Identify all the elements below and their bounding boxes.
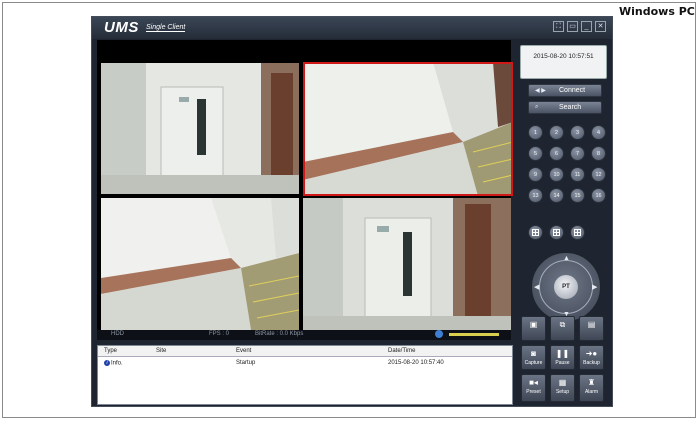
ptz-joystick[interactable]: ▲ ▼ ◀ ▶ PT — [531, 252, 601, 322]
hdd-label: HDD — [111, 331, 124, 337]
clock-display: 2015-08-20 10:57:51 — [520, 45, 607, 79]
preset-button[interactable]: ■◂ Preset — [521, 374, 546, 402]
backup-icon: ➜● — [585, 349, 598, 358]
col-datetime: Date/Time — [388, 348, 416, 354]
connect-icon: ◀ ▶ — [535, 88, 546, 94]
channel-10-button[interactable]: 10 — [549, 167, 564, 182]
camera-view-3[interactable] — [101, 198, 299, 330]
channel-13-button[interactable]: 13 — [528, 188, 543, 203]
alarm-button[interactable]: ♜ Alarm — [579, 374, 604, 402]
grid-2x2-icon — [532, 229, 539, 236]
col-event: Event — [236, 348, 252, 354]
app-logo: UMS — [104, 19, 139, 36]
col-type: Type — [104, 348, 118, 354]
connect-button[interactable]: ◀ ▶ Connect — [528, 84, 602, 97]
channel-9-button[interactable]: 9 — [528, 167, 543, 182]
bitrate-readout: BitRate : 0.0 Kbps — [255, 331, 304, 337]
layout-4x4-button[interactable] — [570, 225, 585, 240]
backup-button[interactable]: ➜● Backup — [579, 345, 604, 370]
event-log: Type Site Event Date/Time i Info. Startup… — [97, 345, 513, 405]
channel-16-button[interactable]: 16 — [591, 188, 606, 203]
camera-2-image — [303, 62, 513, 196]
grid-3x3-icon — [553, 229, 560, 236]
ptz-up-icon[interactable]: ▲ — [563, 255, 570, 262]
camera-group-icon: ▣ — [529, 320, 538, 329]
capture-icon: ◙ — [531, 349, 536, 358]
camera-group-button[interactable]: ▣ — [521, 316, 546, 341]
preset-icon: ■◂ — [529, 378, 538, 387]
row-datetime: 2015-08-20 10:57:40 — [388, 360, 444, 366]
ums-window: UMS Single Client ⛶ ▭ _ ✕ HDD FPS: 0 Bi… — [91, 16, 613, 407]
pause-icon: ❚❚ — [555, 349, 570, 358]
channel-15-button[interactable]: 15 — [570, 188, 585, 203]
event-log-header: Type Site Event Date/Time — [98, 346, 512, 357]
channel-5-button[interactable]: 5 — [528, 146, 543, 161]
channel-12-button[interactable]: 12 — [591, 167, 606, 182]
pause-button[interactable]: ❚❚ Pause — [550, 345, 575, 370]
row-type: Info. — [111, 360, 123, 367]
alarm-icon: ♜ — [587, 378, 596, 387]
title-bar: UMS Single Client ⛶ ▭ _ ✕ — [92, 17, 612, 39]
channel-1-button[interactable]: 1 — [528, 125, 543, 140]
channel-3-button[interactable]: 3 — [570, 125, 585, 140]
channel-2-button[interactable]: 2 — [549, 125, 564, 140]
channel-11-button[interactable]: 11 — [570, 167, 585, 182]
camera-view-4[interactable] — [303, 198, 511, 330]
fullscreen-icon[interactable]: ⛶ — [553, 21, 564, 32]
layout-2x2-button[interactable] — [528, 225, 543, 240]
channel-6-button[interactable]: 6 — [549, 146, 564, 161]
video-grid — [97, 40, 513, 330]
capture-button[interactable]: ◙ Capture — [521, 345, 546, 370]
table-row[interactable]: i Info. Startup 2015-08-20 10:57:40 — [98, 358, 512, 367]
fps-readout: FPS : 0 — [209, 331, 230, 337]
info-icon: i — [104, 360, 110, 366]
ptz-left-icon[interactable]: ◀ — [534, 283, 539, 291]
close-icon[interactable]: ✕ — [595, 21, 606, 32]
ptz-right-icon[interactable]: ▶ — [592, 283, 597, 291]
camera-view-2[interactable] — [303, 62, 513, 196]
platform-label: Windows PC — [619, 5, 695, 18]
status-bar: HDD FPS : 0 BitRate : 0.0 Kbps — [97, 330, 511, 340]
grid-4x4-icon — [574, 229, 581, 236]
channel-8-button[interactable]: 8 — [591, 146, 606, 161]
search-button[interactable]: ⌕ Search — [528, 101, 602, 114]
col-site: Site — [156, 348, 167, 354]
layout-3x3-button[interactable] — [549, 225, 564, 240]
restore-icon[interactable]: ▭ — [567, 21, 578, 32]
status-indicator-icon — [435, 330, 443, 338]
app-logo-subtitle: Single Client — [146, 24, 186, 32]
level-meter — [449, 333, 499, 336]
camera-view-1[interactable] — [101, 63, 299, 194]
setup-icon: ▦ — [558, 378, 567, 387]
camera-sequence-button[interactable]: ⧉ — [550, 316, 575, 341]
channel-4-button[interactable]: 4 — [591, 125, 606, 140]
camera-sequence-icon: ⧉ — [559, 320, 566, 329]
camera-1-image — [101, 63, 299, 194]
channel-7-button[interactable]: 7 — [570, 146, 585, 161]
ptz-center-button[interactable]: PT — [554, 275, 578, 299]
minimize-icon[interactable]: _ — [581, 21, 592, 32]
row-event: Startup — [236, 360, 256, 366]
camera-list-button[interactable]: ▤ — [579, 316, 604, 341]
camera-3-image — [101, 198, 299, 330]
camera-4-image — [303, 198, 511, 330]
channel-14-button[interactable]: 14 — [549, 188, 564, 203]
search-icon: ⌕ — [535, 104, 539, 110]
camera-list-icon: ▤ — [587, 320, 596, 329]
setup-button[interactable]: ▦ Setup — [550, 374, 575, 402]
